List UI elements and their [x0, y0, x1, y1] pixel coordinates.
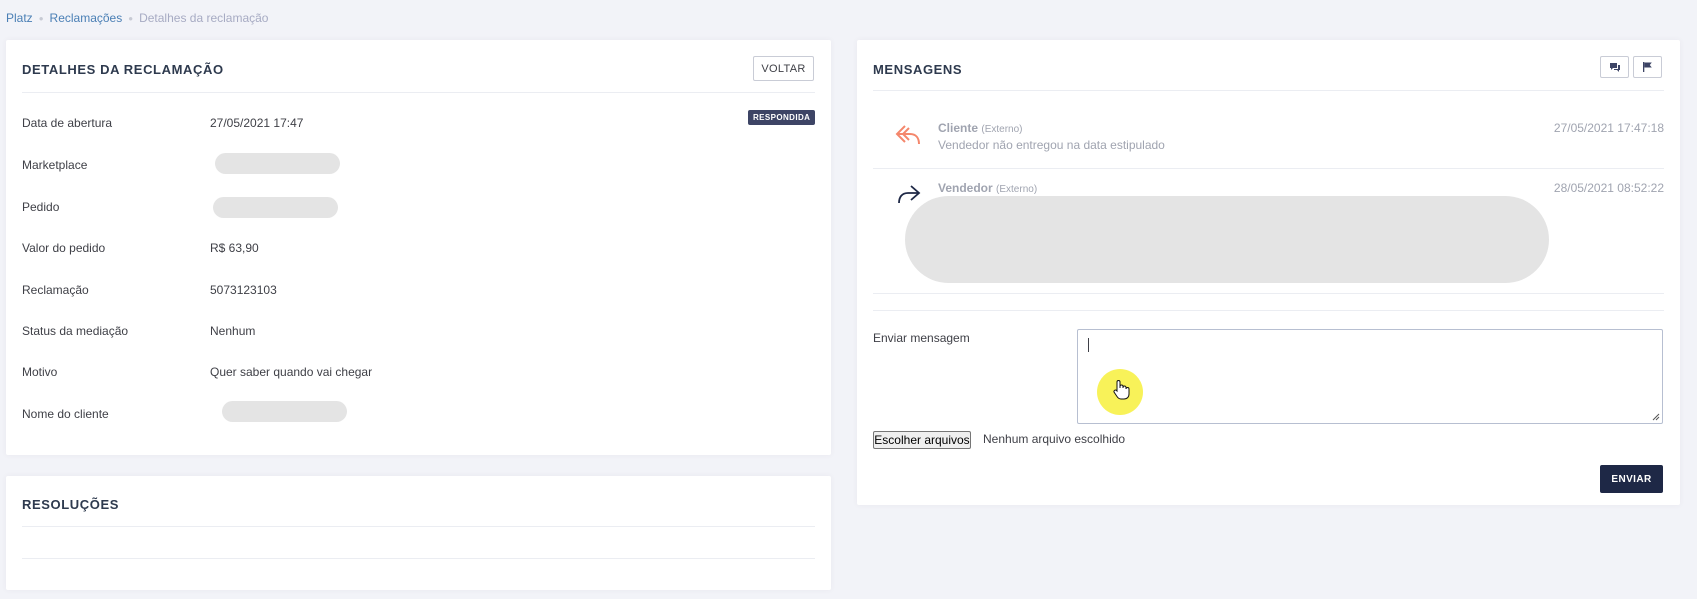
forward-icon [898, 185, 921, 204]
choose-files-button[interactable]: Escolher arquivos [873, 431, 971, 449]
redacted-order [213, 197, 338, 218]
row-label-mediation-status: Status da mediação [22, 324, 129, 338]
row-value-complaint: 5073123103 [210, 283, 277, 297]
breadcrumb-current: Detalhes da reclamação [139, 11, 269, 25]
divider [873, 90, 1664, 91]
send-message-label: Enviar mensagem [873, 331, 970, 345]
hand-cursor-icon [1113, 380, 1130, 400]
text-caret [1088, 338, 1089, 352]
row-label-customer-name: Nome do cliente [22, 407, 109, 421]
messages-title: MENSAGENS [873, 62, 963, 77]
breadcrumb: Platz ● Reclamações ● Detalhes da reclam… [6, 11, 268, 25]
row-label-marketplace: Marketplace [22, 158, 88, 172]
send-button[interactable]: ENVIAR [1600, 465, 1663, 493]
message-author: Vendedor (Externo) [938, 181, 1037, 195]
details-title: DETALHES DA RECLAMAÇÃO [22, 62, 224, 77]
divider [22, 526, 815, 527]
status-badge: RESPONDIDA [748, 110, 816, 125]
divider [873, 168, 1664, 169]
back-button[interactable]: VOLTAR [753, 56, 814, 81]
message-author: Cliente (Externo) [938, 121, 1022, 135]
divider [22, 558, 815, 559]
row-label-reason: Motivo [22, 365, 58, 379]
divider [873, 310, 1664, 311]
row-value-mediation-status: Nenhum [210, 324, 256, 338]
chat-button[interactable] [1600, 56, 1629, 78]
breadcrumb-section-link[interactable]: Reclamações [50, 11, 123, 25]
complaint-details-card: DETALHES DA RECLAMAÇÃO VOLTAR RESPONDIDA… [6, 40, 831, 455]
author-tag: (Externo) [996, 184, 1038, 195]
divider [22, 92, 815, 93]
message-time: 28/05/2021 08:52:22 [1553, 181, 1664, 195]
redacted-customer-name [222, 401, 347, 422]
message-time: 27/05/2021 17:47:18 [1553, 121, 1664, 135]
resize-handle-icon[interactable] [1652, 413, 1660, 421]
redacted-marketplace [215, 153, 340, 174]
reply-icon [895, 125, 920, 145]
row-value-order-value: R$ 63,90 [210, 241, 259, 255]
breadcrumb-separator: ● [38, 13, 44, 23]
author-name: Vendedor [938, 181, 993, 195]
chat-icon [1609, 62, 1620, 72]
file-status: Nenhum arquivo escolhido [983, 432, 1126, 446]
row-value-opening-date: 27/05/2021 17:47 [210, 116, 304, 130]
resolutions-card: RESOLUÇÕES [6, 476, 831, 590]
resolutions-title: RESOLUÇÕES [22, 497, 120, 512]
message-textarea[interactable] [1077, 329, 1663, 424]
message-text: Vendedor não entregou na data estipulado [938, 138, 1165, 152]
breadcrumb-separator: ● [128, 13, 134, 23]
flag-icon [1643, 62, 1652, 72]
author-tag: (Externo) [981, 124, 1023, 135]
row-value-reason: Quer saber quando vai chegar [210, 365, 373, 379]
breadcrumb-home-link[interactable]: Platz [6, 11, 33, 25]
messages-card: MENSAGENS Cliente (Externo) Vendedor não… [857, 40, 1680, 505]
row-label-complaint: Reclamação [22, 283, 89, 297]
flag-button[interactable] [1633, 56, 1662, 78]
divider [873, 293, 1664, 294]
row-label-opening-date: Data de abertura [22, 116, 113, 130]
author-name: Cliente [938, 121, 979, 135]
row-label-order: Pedido [22, 200, 60, 214]
redacted-message-text [905, 196, 1549, 283]
row-label-order-value: Valor do pedido [22, 241, 106, 255]
